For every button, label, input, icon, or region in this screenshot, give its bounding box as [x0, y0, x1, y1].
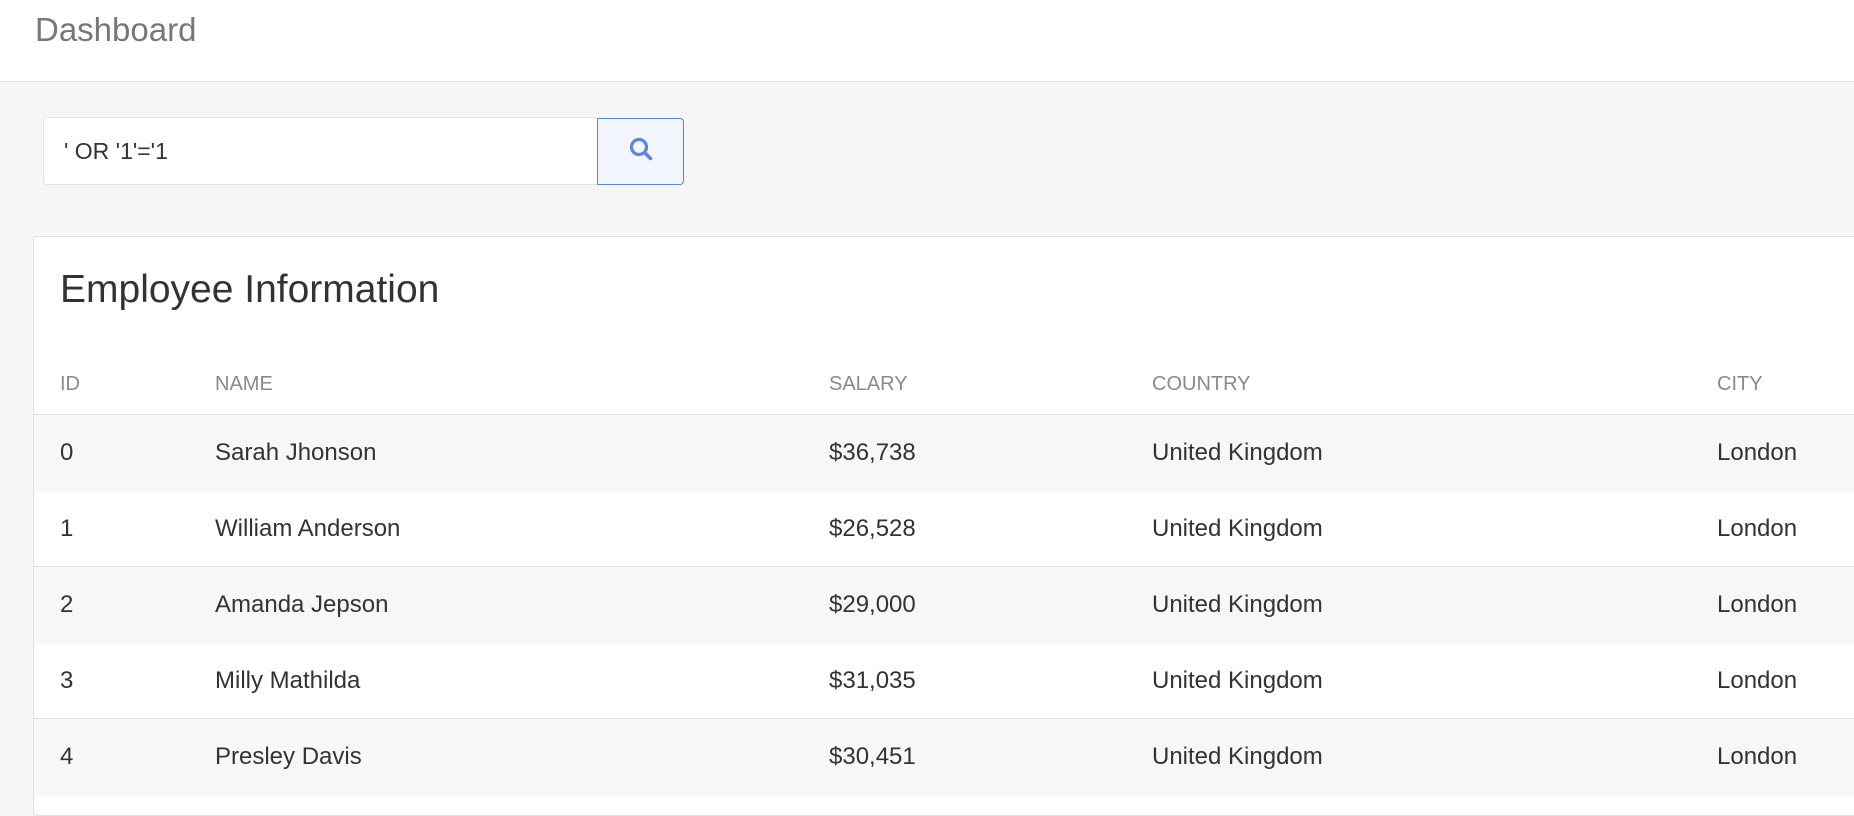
page-title: Dashboard — [35, 11, 197, 48]
cell-city: London — [1717, 591, 1798, 618]
search-input[interactable] — [43, 117, 598, 185]
column-header-id: ID — [60, 373, 80, 395]
cell-city: London — [1717, 743, 1798, 770]
cell-city: London — [1717, 667, 1798, 694]
cell-salary: $29,000 — [829, 591, 916, 618]
column-header-city: CITY — [1717, 373, 1763, 395]
cell-city: London — [1717, 439, 1798, 466]
cell-id: 2 — [60, 591, 74, 618]
cell-name: Milly Mathilda — [215, 667, 361, 694]
column-header-country: COUNTRY — [1152, 373, 1251, 395]
cell-name: Presley Davis — [215, 743, 362, 770]
cell-id: 0 — [60, 439, 74, 466]
cell-salary: $31,035 — [829, 667, 916, 694]
cell-name: Sarah Jhonson — [215, 439, 377, 466]
cell-country: United Kingdom — [1152, 439, 1323, 466]
cell-id: 1 — [60, 515, 74, 542]
cell-country: United Kingdom — [1152, 515, 1323, 542]
cell-country: United Kingdom — [1152, 743, 1323, 770]
cell-city: London — [1717, 515, 1798, 542]
table-row: 0 Sarah Jhonson $36,738 United Kingdom L… — [34, 415, 1854, 491]
table-row: 1 William Anderson $26,528 United Kingdo… — [34, 491, 1854, 567]
column-header-name: NAME — [215, 373, 273, 395]
cell-salary: $36,738 — [829, 439, 916, 466]
search-icon — [628, 136, 654, 167]
search-button[interactable] — [597, 118, 684, 185]
table-header: ID NAME SALARY COUNTRY CITY — [34, 357, 1854, 415]
employee-table: ID NAME SALARY COUNTRY CITY 0 Sarah Jhon… — [34, 357, 1854, 795]
employee-card: Employee Information ID NAME SALARY COUN… — [33, 236, 1854, 816]
table-row: 4 Presley Davis $30,451 United Kingdom L… — [34, 719, 1854, 795]
table-row: 3 Milly Mathilda $31,035 United Kingdom … — [34, 643, 1854, 719]
cell-name: Amanda Jepson — [215, 591, 389, 618]
cell-id: 3 — [60, 667, 74, 694]
cell-country: United Kingdom — [1152, 667, 1323, 694]
cell-country: United Kingdom — [1152, 591, 1323, 618]
cell-salary: $30,451 — [829, 743, 916, 770]
cell-salary: $26,528 — [829, 515, 916, 542]
table-row: 2 Amanda Jepson $29,000 United Kingdom L… — [34, 567, 1854, 643]
cell-id: 4 — [60, 743, 74, 770]
top-bar: Dashboard — [0, 0, 1854, 82]
column-header-salary: SALARY — [829, 373, 908, 395]
cell-name: William Anderson — [215, 515, 401, 542]
card-title: Employee Information — [60, 268, 440, 311]
